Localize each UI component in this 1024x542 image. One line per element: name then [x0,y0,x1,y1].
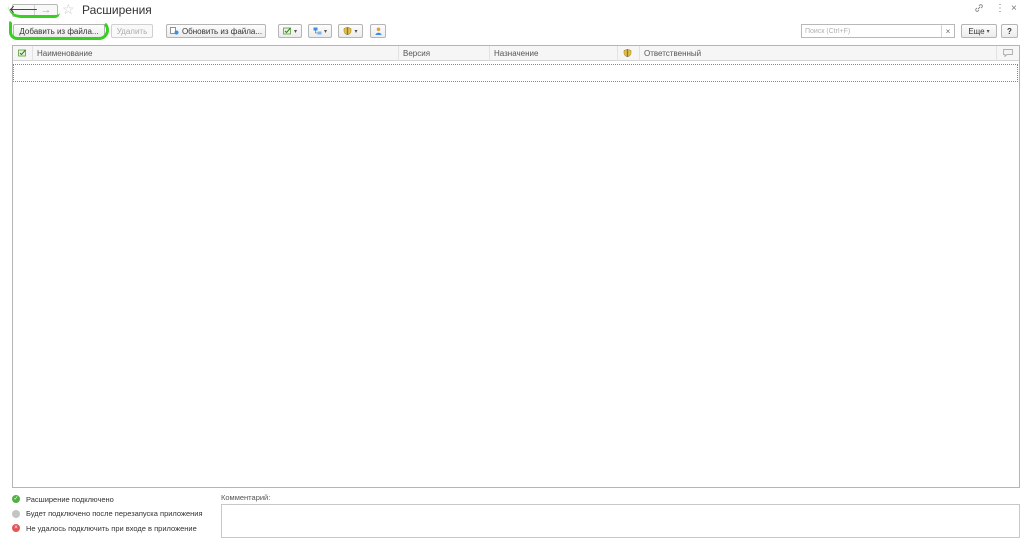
legend-item-connected: ✓ Расширение подключено [12,492,203,507]
close-icon[interactable]: × [1011,3,1017,14]
dropdown-caret-icon: ▾ [354,28,358,35]
more-button[interactable]: Еще ▾ [961,24,997,38]
page-title: Расширения [82,3,152,17]
favorite-star-icon[interactable]: ☆ [62,1,75,17]
check-circle-icon: ✓ [12,495,20,504]
help-label: ? [1007,26,1012,36]
legend-label: Будет подключено после перезапуска прило… [26,509,203,519]
gray-circle-icon [12,509,20,518]
table-header: Наименование Версия Назначение Ответстве… [13,46,1019,61]
delete-button[interactable]: Удалить [111,24,153,38]
search-input[interactable] [802,25,941,37]
legend-label: Расширение подключено [26,494,114,504]
safe-mode-dropdown-button[interactable]: ▾ [338,24,363,38]
comment-field[interactable] [221,504,1020,538]
more-label: Еще [968,26,985,36]
column-name[interactable]: Наименование [33,46,399,61]
checkbox-list-icon [283,27,292,35]
legend-label: Не удалось подключить при входе в прилож… [26,523,197,533]
status-legend: ✓ Расширение подключено Будет подключено… [12,492,203,536]
update-from-file-label: Обновить из файла... [181,26,263,36]
annotation-highlight [9,20,109,40]
update-from-file-button[interactable]: Обновить из файла... [166,24,266,38]
dropdown-caret-icon: ▾ [293,28,297,35]
column-responsible[interactable]: Ответственный [640,46,997,61]
column-purpose[interactable]: Назначение [490,46,618,61]
comment-column-icon[interactable] [997,46,1019,61]
extensions-table[interactable]: Наименование Версия Назначение Ответстве… [12,45,1020,488]
delete-label: Удалить [116,26,148,36]
dropdown-caret-icon: ▾ [323,28,327,35]
table-row[interactable] [13,64,1018,82]
comment-label: Комментарий: [221,493,271,502]
dropdown-caret-icon: ▾ [986,28,990,35]
activate-dropdown-button[interactable]: ▾ [278,24,302,38]
update-file-icon [170,27,179,35]
column-safe-mode-icon[interactable] [618,46,640,61]
structure-icon [313,27,322,35]
column-version[interactable]: Версия [399,46,490,61]
search-field[interactable]: × [801,24,955,38]
command-bar: Добавить из файла... Удалить Обновить из… [0,22,1024,42]
more-actions-icon[interactable]: ⋮ [995,3,1005,14]
window-title-bar: 🡐 → ☆ Расширения ⋮ × [0,0,1024,20]
annotation-highlight-top [8,5,60,18]
active-column-icon[interactable] [13,46,33,61]
help-button[interactable]: ? [1001,24,1018,38]
error-circle-icon: × [12,524,20,533]
shield-icon [343,27,352,36]
user-icon [374,27,383,35]
users-button[interactable] [370,24,386,38]
clear-search-icon[interactable]: × [941,25,954,37]
legend-item-pending: Будет подключено после перезапуска прило… [12,507,203,522]
link-icon[interactable] [974,3,984,16]
legend-item-failed: × Не удалось подключить при входе в прил… [12,521,203,536]
configuration-dropdown-button[interactable]: ▾ [308,24,332,38]
